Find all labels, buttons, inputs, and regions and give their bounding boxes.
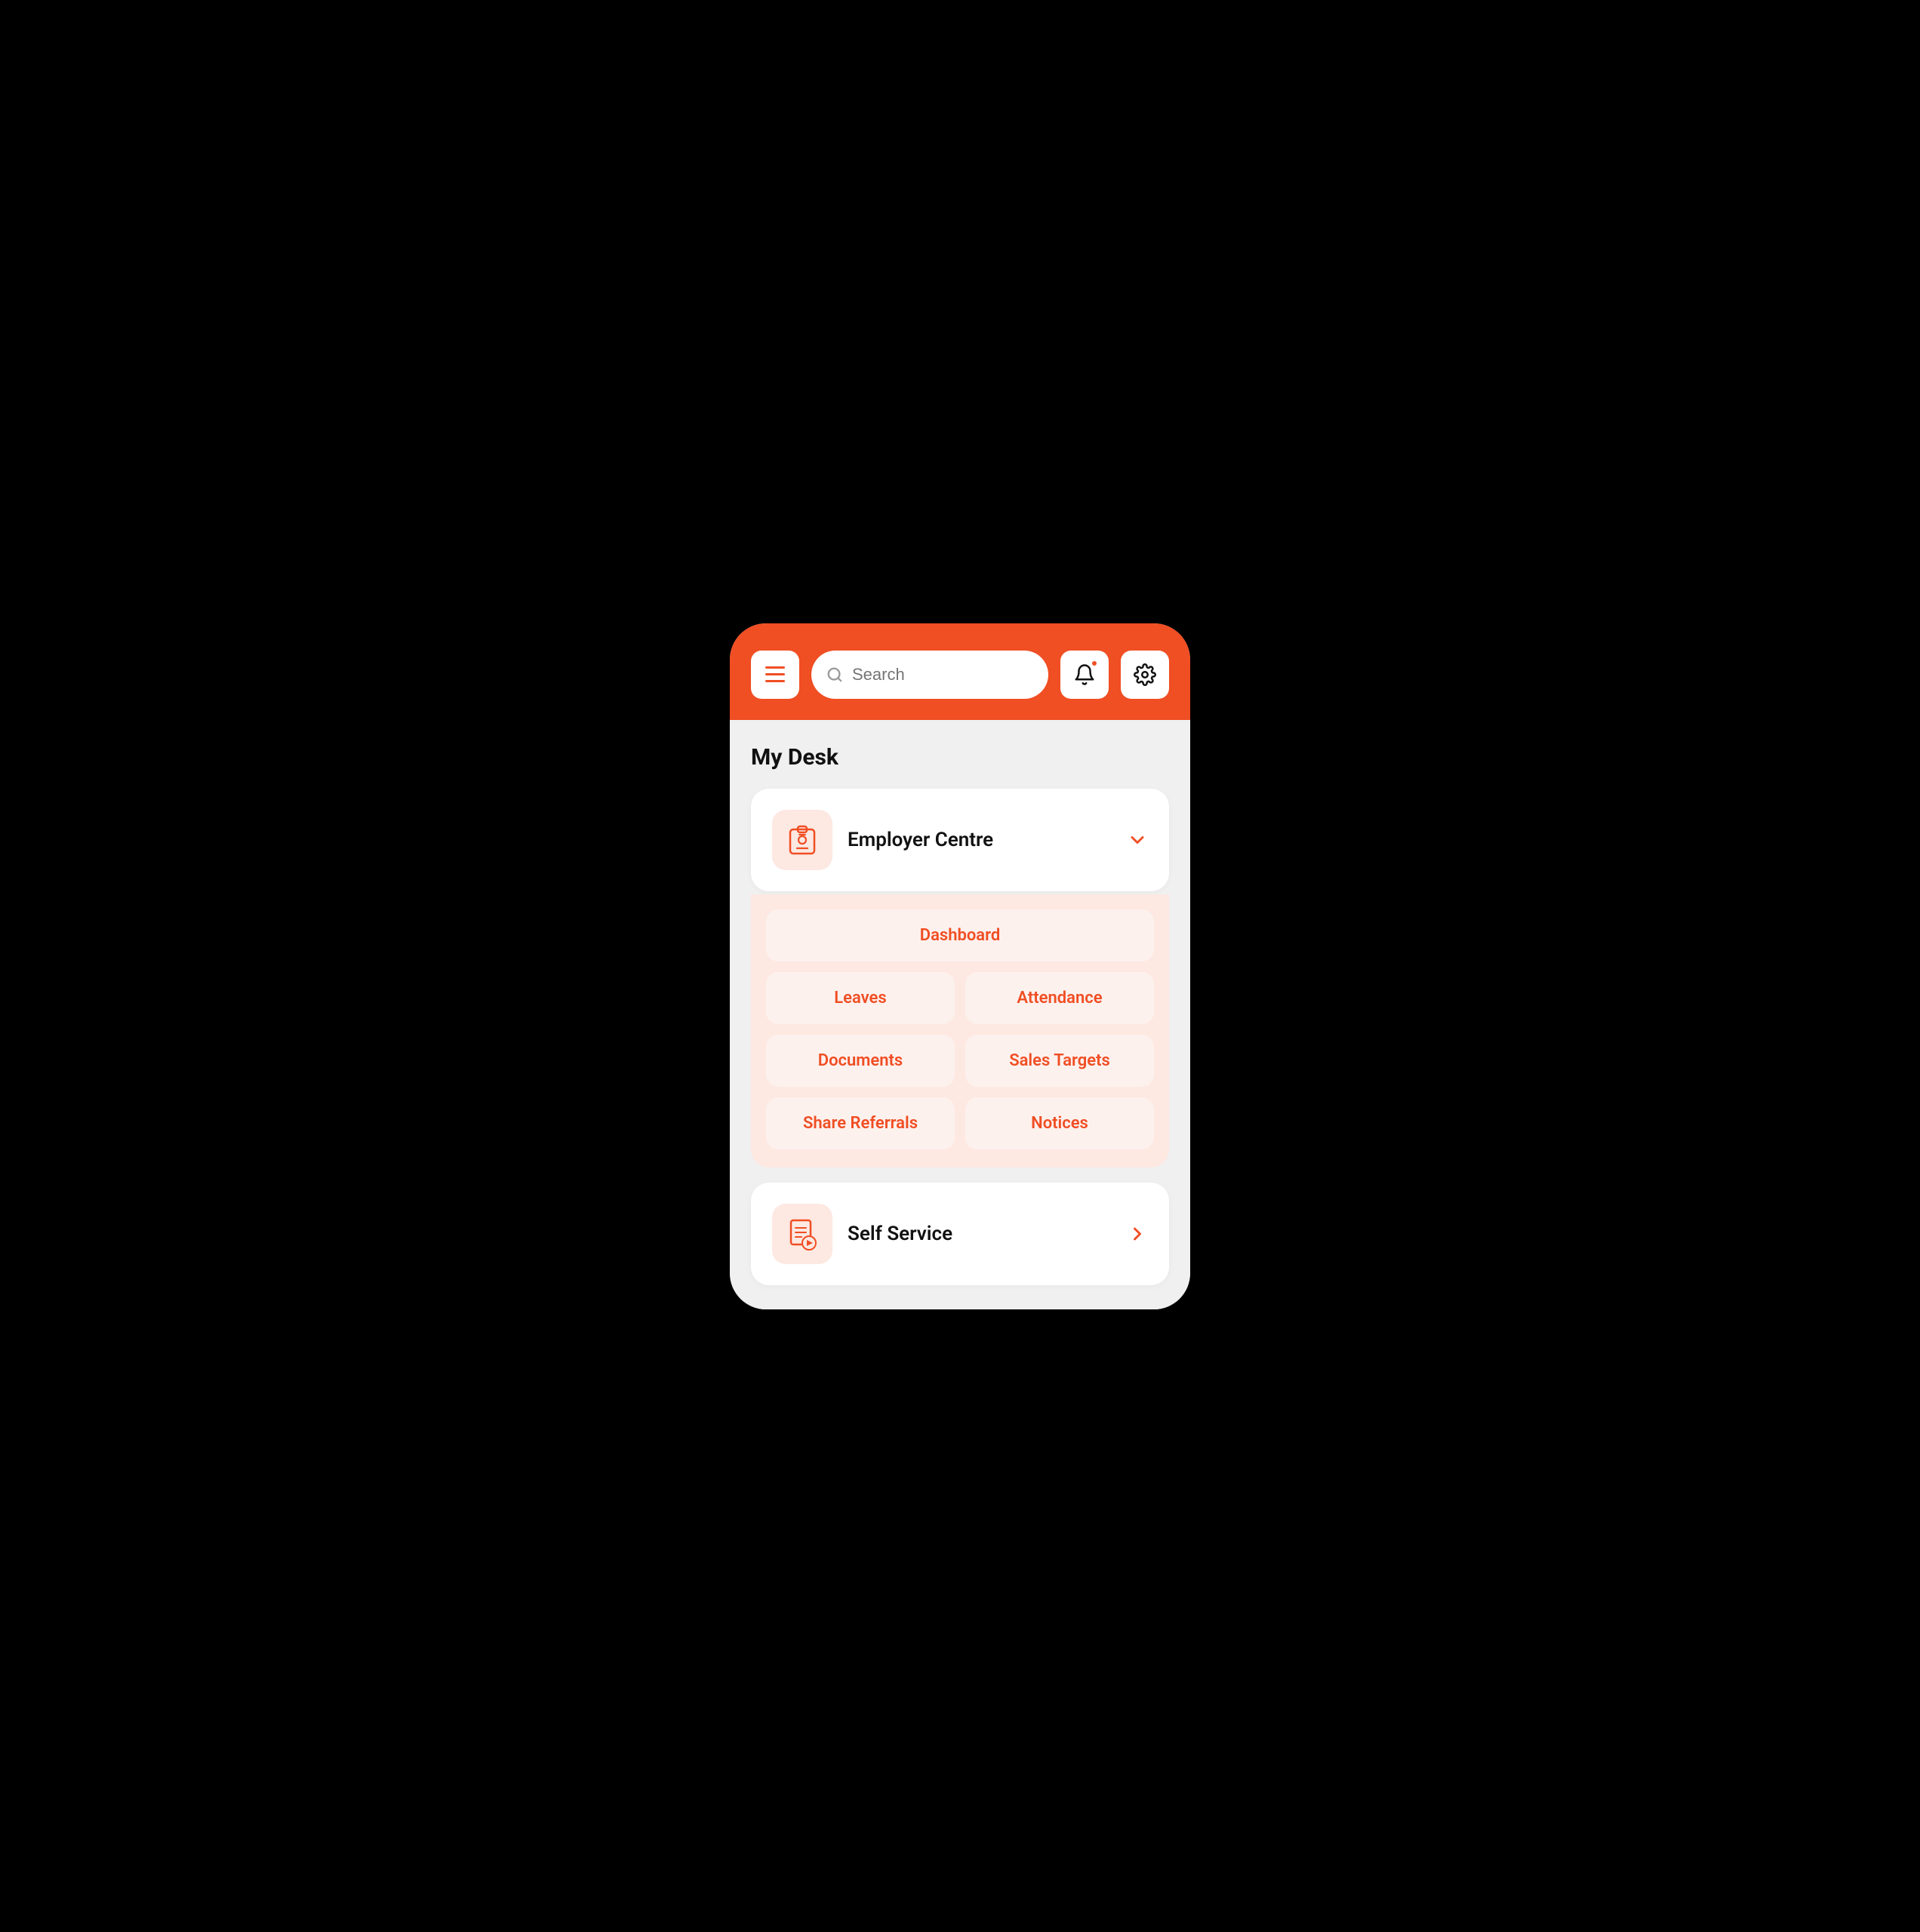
share-referrals-button[interactable]: Share Referrals [766, 1097, 955, 1149]
submenu-row-3: Share Referrals Notices [766, 1097, 1154, 1149]
chevron-right-icon[interactable] [1127, 1223, 1148, 1244]
submenu-grid: Dashboard Leaves Attendance Documents [766, 909, 1154, 1149]
self-service-card[interactable]: Self Service [751, 1183, 1169, 1285]
employer-icon-wrap [772, 810, 832, 870]
search-input[interactable] [852, 665, 1033, 685]
search-icon [826, 666, 843, 683]
gear-icon [1134, 663, 1156, 686]
notification-button[interactable] [1060, 651, 1109, 699]
dashboard-button[interactable]: Dashboard [766, 909, 1154, 961]
hamburger-icon [765, 666, 785, 682]
documents-button[interactable]: Documents [766, 1035, 955, 1087]
header [730, 623, 1190, 720]
notices-button[interactable]: Notices [965, 1097, 1154, 1149]
self-service-label: Self Service [848, 1223, 1112, 1245]
sales-targets-button[interactable]: Sales Targets [965, 1035, 1154, 1087]
attendance-button[interactable]: Attendance [965, 972, 1154, 1024]
employer-centre-card[interactable]: Employer Centre [751, 789, 1169, 891]
self-service-icon [786, 1217, 819, 1251]
menu-button[interactable] [751, 651, 799, 699]
search-bar [811, 651, 1048, 699]
phone-container: My Desk Employer Centre [730, 623, 1190, 1309]
submenu-row-2: Documents Sales Targets [766, 1035, 1154, 1087]
settings-button[interactable] [1121, 651, 1169, 699]
submenu-row-1: Leaves Attendance [766, 972, 1154, 1024]
employer-centre-label: Employer Centre [848, 829, 1112, 851]
page-title: My Desk [751, 744, 1169, 771]
notification-badge [1091, 660, 1098, 667]
leaves-button[interactable]: Leaves [766, 972, 955, 1024]
chevron-down-icon[interactable] [1127, 829, 1148, 851]
self-service-icon-wrap [772, 1204, 832, 1264]
main-content: My Desk Employer Centre [730, 720, 1190, 1309]
id-badge-icon [786, 823, 819, 857]
employer-submenu: Dashboard Leaves Attendance Documents [751, 894, 1169, 1168]
